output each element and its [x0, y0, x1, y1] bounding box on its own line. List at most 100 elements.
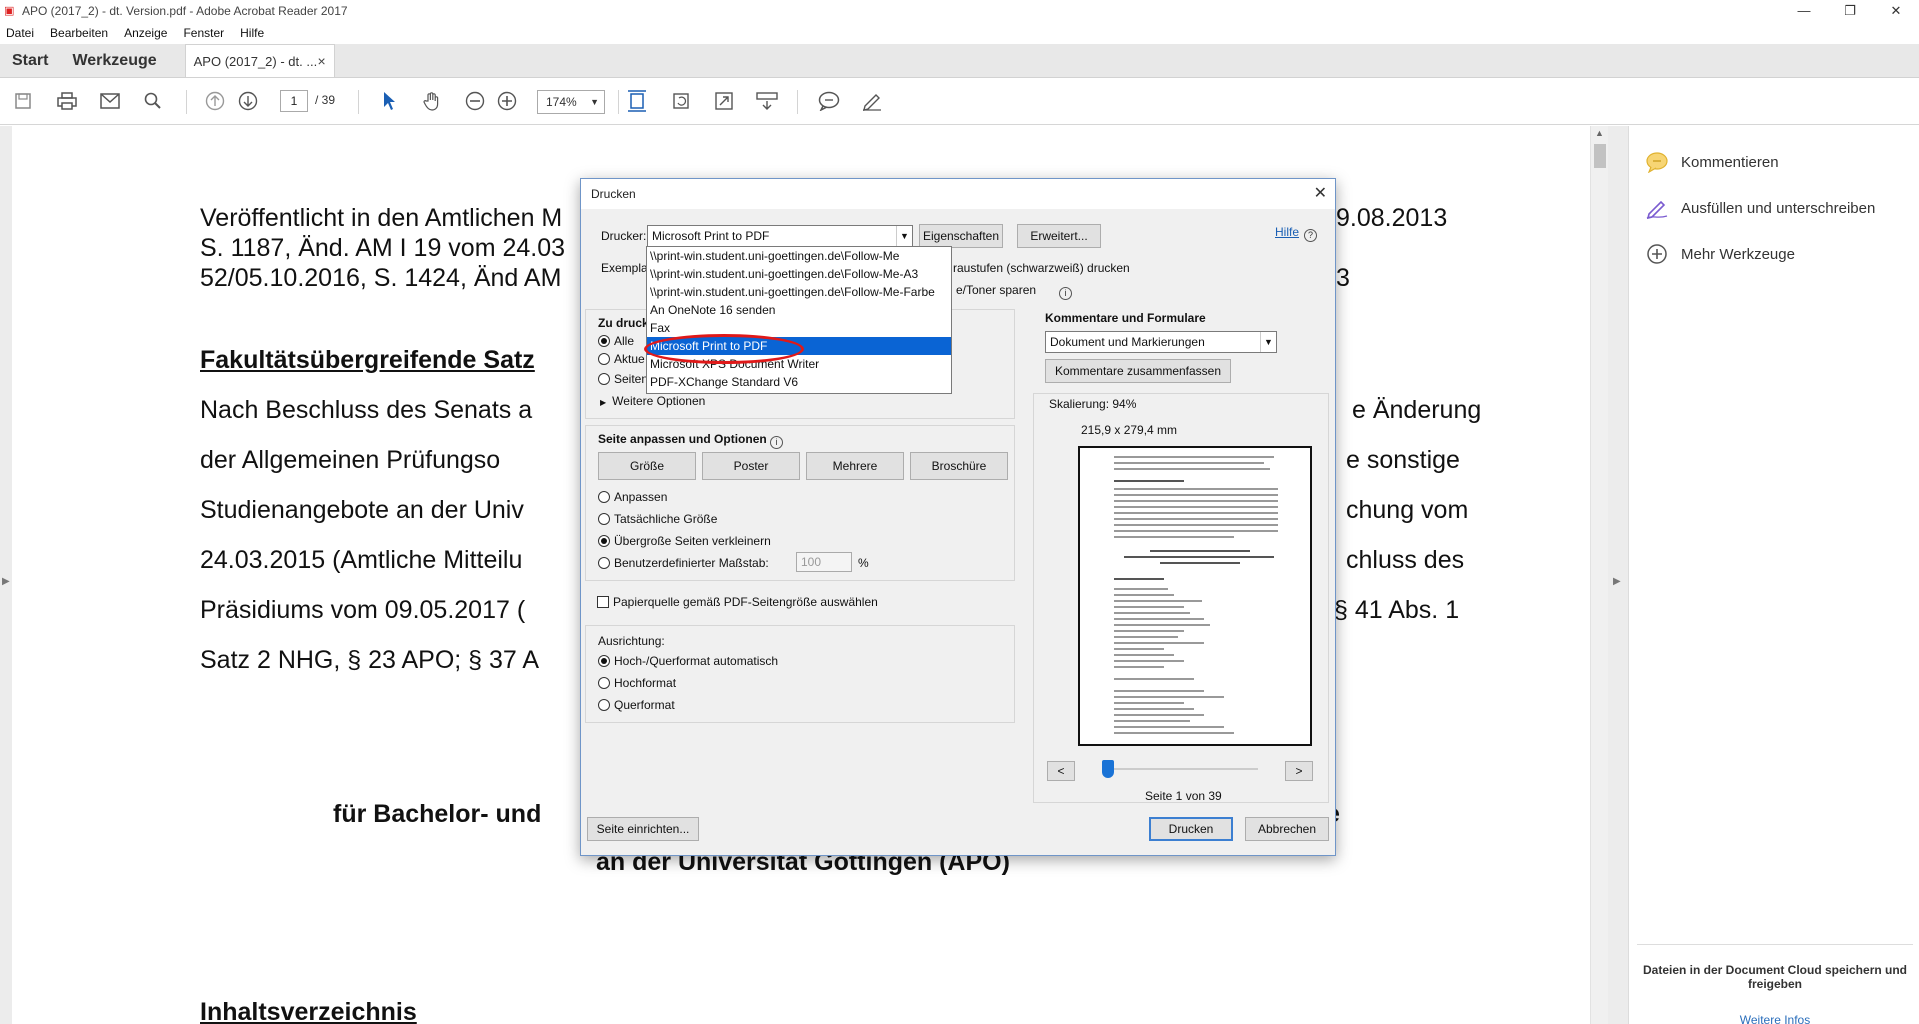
help-link[interactable]: Hilfe [1275, 225, 1299, 239]
radio-custom-scale[interactable]: Benutzerdefinierter Maßstab: [598, 556, 769, 570]
sizing-group-title: Seite anpassen und Optionen i [598, 432, 784, 449]
printer-select-value: Microsoft Print to PDF [652, 229, 770, 243]
tab-document-label: APO (2017_2) - dt. ... [193, 53, 318, 69]
printer-dropdown-list[interactable]: \\print-win.student.uni-goettingen.de\Fo… [646, 246, 952, 394]
print-button[interactable]: Drucken [1149, 817, 1233, 841]
scrollbar-thumb[interactable] [1594, 144, 1606, 168]
more-info-link[interactable]: Weitere Infos [1637, 1013, 1913, 1024]
doc-para-5-right: § 41 Abs. 1 [1334, 596, 1460, 624]
zoom-in-icon[interactable] [494, 88, 520, 114]
comment-icon[interactable] [816, 88, 842, 114]
acrobat-icon: ▣ [4, 5, 15, 17]
maximize-button[interactable]: ❐ [1827, 0, 1873, 22]
printer-option[interactable]: \\print-win.student.uni-goettingen.de\Fo… [647, 247, 951, 265]
menu-fenster[interactable]: Fenster [183, 26, 224, 40]
radio-fit[interactable]: Anpassen [598, 490, 667, 504]
multiple-button[interactable]: Mehrere [806, 452, 904, 480]
scroll-up-icon[interactable]: ▲ [1595, 128, 1604, 138]
scroll-mode-icon[interactable] [754, 88, 780, 114]
summarize-comments-button[interactable]: Kommentare zusammenfassen [1045, 359, 1231, 383]
highlight-annotation [644, 334, 804, 364]
zoom-out-icon[interactable] [462, 88, 488, 114]
left-panel-toggle[interactable]: ▶ [0, 126, 12, 1024]
menu-bearbeiten[interactable]: Bearbeiten [50, 26, 108, 40]
zoom-value: 174% [546, 95, 577, 109]
cancel-button[interactable]: Abbrechen [1245, 817, 1329, 841]
radio-shrink-oversized[interactable]: Übergroße Seiten verkleinern [598, 534, 771, 548]
previous-page-icon[interactable] [202, 88, 228, 114]
properties-button[interactable]: Eigenschaften [919, 224, 1003, 248]
dialog-title-bar: Drucken [581, 179, 1335, 209]
tab-tools[interactable]: Werkzeuge [60, 44, 168, 77]
vertical-scrollbar[interactable]: ▲ [1590, 126, 1608, 1024]
comment-icon [1645, 150, 1669, 174]
help-icon[interactable]: ? [1304, 225, 1317, 242]
doc-para-1-left: Nach Beschluss des Senats a [200, 396, 533, 424]
checkbox-paper-source[interactable]: Papierquelle gemäß PDF-Seitengröße auswä… [597, 595, 878, 609]
tab-start[interactable]: Start [0, 44, 60, 77]
page-number-input[interactable]: 1 [280, 90, 308, 112]
chevron-down-icon: ▼ [1260, 332, 1276, 352]
fit-page-icon[interactable] [624, 88, 650, 114]
hand-icon[interactable] [419, 88, 445, 114]
sign-icon [1645, 196, 1669, 220]
tool-fill-sign[interactable]: Ausfüllen und unterschreiben [1645, 196, 1875, 220]
custom-scale-input[interactable]: 100 [796, 552, 852, 572]
doc-line-1b: 9.08.2013 [1336, 204, 1448, 232]
printer-select[interactable]: Microsoft Print to PDF ▼ [647, 225, 913, 247]
doc-toc-heading: Inhaltsverzeichnis [200, 998, 417, 1024]
radio-current-page[interactable]: Aktue [598, 352, 645, 366]
tool-more-tools[interactable]: Mehr Werkzeuge [1645, 242, 1795, 266]
radio-auto-orientation[interactable]: Hoch-/Querformat automatisch [598, 654, 778, 668]
size-button[interactable]: Größe [598, 452, 696, 480]
printer-option[interactable]: PDF-XChange Standard V6 [647, 373, 951, 391]
radio-portrait[interactable]: Hochformat [598, 676, 676, 690]
menu-hilfe[interactable]: Hilfe [240, 26, 264, 40]
doc-line-2: S. 1187, Änd. AM I 19 vom 24.03 [200, 234, 566, 262]
printer-label: Drucker: [601, 229, 647, 243]
title-bar: ▣ APO (2017_2) - dt. Version.pdf - Adobe… [0, 0, 1919, 22]
poster-button[interactable]: Poster [702, 452, 800, 480]
preview-next-button[interactable]: > [1285, 761, 1313, 781]
page-setup-button[interactable]: Seite einrichten... [587, 817, 699, 841]
toner-info-icon[interactable]: i [1059, 283, 1072, 300]
preview-slider-thumb[interactable] [1102, 760, 1114, 778]
dialog-close-icon[interactable]: ✕ [1314, 183, 1327, 203]
printer-option[interactable]: \\print-win.student.uni-goettingen.de\Fo… [647, 265, 951, 283]
tool-comment[interactable]: Kommentieren [1645, 150, 1779, 174]
orientation-title: Ausrichtung: [598, 634, 665, 648]
right-panel-toggle[interactable]: ▶ [1608, 126, 1628, 1024]
printer-option[interactable]: An OneNote 16 senden [647, 301, 951, 319]
sign-pen-icon[interactable] [859, 88, 885, 114]
preview-prev-button[interactable]: < [1047, 761, 1075, 781]
preview-slider-track[interactable] [1104, 768, 1258, 770]
print-icon[interactable] [54, 88, 80, 114]
tab-close-icon[interactable]: × [317, 53, 325, 69]
zoom-select[interactable]: 174% ▼ [537, 90, 605, 114]
tab-document[interactable]: APO (2017_2) - dt. ... × [184, 44, 335, 77]
radio-all-pages[interactable]: Alle [598, 334, 634, 348]
printer-option[interactable]: \\print-win.student.uni-goettingen.de\Fo… [647, 283, 951, 301]
email-icon[interactable] [97, 88, 123, 114]
search-icon[interactable] [140, 88, 166, 114]
more-options-toggle[interactable]: ▶ Weitere Optionen [600, 394, 705, 408]
radio-page-range[interactable]: Seiten [598, 372, 648, 386]
booklet-button[interactable]: Broschüre [910, 452, 1008, 480]
paper-size-label: 215,9 x 279,4 mm [1081, 423, 1178, 437]
minimize-button[interactable]: — [1781, 0, 1827, 22]
menu-datei[interactable]: Datei [6, 26, 34, 40]
select-arrow-icon[interactable] [376, 88, 402, 114]
save-toner-label: e/Toner sparen [956, 283, 1037, 297]
next-page-icon[interactable] [235, 88, 261, 114]
rotate-icon[interactable] [668, 88, 694, 114]
comments-forms-select[interactable]: Dokument und Markierungen ▼ [1045, 331, 1277, 353]
grayscale-label: raustufen (schwarzweiß) drucken [953, 261, 1130, 275]
radio-landscape[interactable]: Querformat [598, 698, 675, 712]
fullscreen-icon[interactable] [711, 88, 737, 114]
chevron-down-icon: ▼ [590, 97, 599, 107]
close-window-button[interactable]: ✕ [1873, 0, 1919, 22]
radio-actual-size[interactable]: Tatsächliche Größe [598, 512, 717, 526]
menu-anzeige[interactable]: Anzeige [124, 26, 167, 40]
save-icon[interactable] [10, 88, 36, 114]
advanced-button[interactable]: Erweitert... [1017, 224, 1101, 248]
